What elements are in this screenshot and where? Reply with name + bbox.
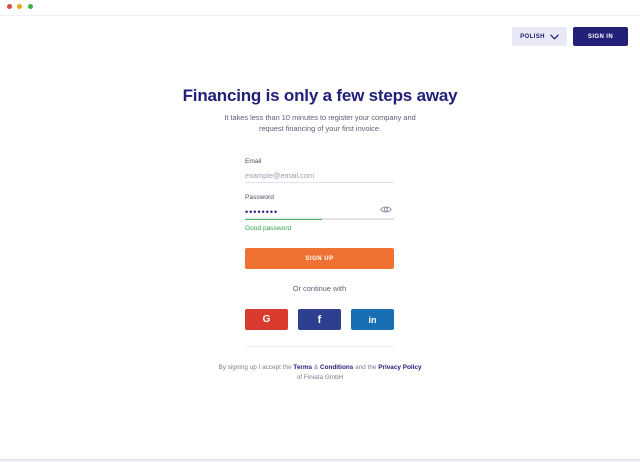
window-maximize-dot[interactable] — [27, 3, 34, 10]
chevron-down-icon — [550, 34, 559, 39]
divider — [245, 346, 394, 347]
facebook-login-button[interactable]: f — [298, 309, 341, 330]
privacy-policy-link[interactable]: Privacy Policy — [378, 364, 421, 371]
language-label: POLISH — [520, 33, 545, 40]
app-window: POLISH SIGN IN Financing is only a few s… — [0, 0, 640, 460]
terms-amp: & — [313, 364, 319, 371]
google-icon: G — [262, 314, 271, 325]
page-title: Financing is only a few steps away — [182, 86, 458, 105]
linkedin-icon: in — [368, 314, 377, 325]
sign-in-button[interactable]: SIGN IN — [573, 27, 628, 46]
google-login-button[interactable]: G — [245, 309, 288, 330]
email-label: Email — [245, 158, 262, 165]
password-strength-text: Good password — [245, 225, 292, 232]
sign-up-button[interactable]: SIGN UP — [245, 248, 394, 269]
email-field[interactable] — [245, 169, 394, 183]
password-label: Password — [245, 194, 274, 201]
terms-suffix: of Finiata GmbH — [296, 374, 344, 381]
terms-link[interactable]: Terms — [293, 364, 312, 371]
language-select-button[interactable]: POLISH — [512, 27, 567, 46]
terms-prefix: By signing up I accept the — [218, 364, 292, 371]
facebook-icon: f — [317, 313, 322, 326]
terms-text: By signing up I accept the Terms & Condi… — [215, 363, 425, 383]
password-strength-fill — [245, 219, 323, 220]
window-close-dot[interactable] — [6, 3, 13, 10]
terms-and: and the — [355, 364, 377, 371]
page-subtitle: It takes less than 10 minutes to registe… — [224, 113, 416, 133]
conditions-link[interactable]: Conditions — [320, 364, 353, 371]
linkedin-login-button[interactable]: in — [351, 309, 394, 330]
password-field[interactable] — [245, 205, 394, 219]
window-minimize-dot[interactable] — [16, 3, 23, 10]
eye-icon[interactable] — [380, 205, 392, 214]
password-strength-meter — [245, 219, 394, 220]
or-continue-with-text: Or continue with — [292, 284, 347, 293]
window-titlebar — [0, 0, 640, 16]
